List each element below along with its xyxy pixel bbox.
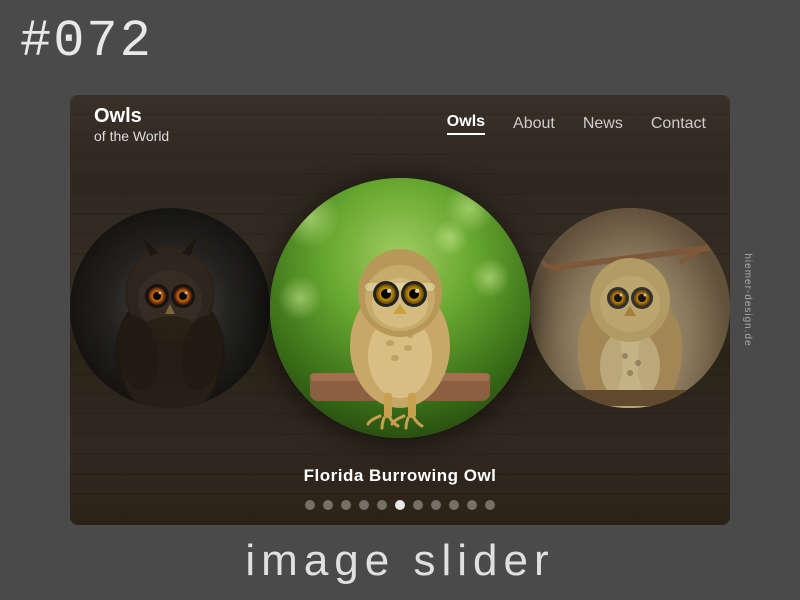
slide-right[interactable]: [530, 208, 730, 408]
left-owl-image: [70, 208, 270, 408]
nav-item-contact[interactable]: Contact: [651, 115, 706, 133]
slider-dots: [305, 500, 495, 510]
slider-dot-10[interactable]: [485, 500, 495, 510]
slider-dot-2[interactable]: [341, 500, 351, 510]
brand-subtitle: of the World: [94, 128, 447, 144]
slider-dot-3[interactable]: [359, 500, 369, 510]
slider-dot-7[interactable]: [431, 500, 441, 510]
circles-row: [70, 168, 730, 448]
watermark-text: hiemer-design.de: [742, 253, 753, 346]
slide-caption: Florida Burrowing Owl: [304, 466, 497, 486]
nav-item-about[interactable]: About: [513, 115, 555, 133]
slide-left[interactable]: [70, 208, 270, 408]
brand: Owls of the World: [94, 104, 447, 144]
center-owl-image: [270, 178, 530, 438]
navbar: Owls of the World Owls About News Contac…: [70, 95, 730, 153]
slider-dot-5[interactable]: [395, 500, 405, 510]
slide-center[interactable]: [270, 178, 530, 438]
nav-links: Owls About News Contact: [447, 113, 706, 135]
nav-item-owls[interactable]: Owls: [447, 113, 485, 135]
slider-dot-0[interactable]: [305, 500, 315, 510]
main-card: Owls of the World Owls About News Contac…: [70, 95, 730, 525]
right-owl-image: [530, 208, 730, 408]
brand-title: Owls: [94, 104, 447, 128]
slider-area: Florida Burrowing Owl: [70, 153, 730, 525]
slider-dot-4[interactable]: [377, 500, 387, 510]
slider-dot-8[interactable]: [449, 500, 459, 510]
nav-item-news[interactable]: News: [583, 115, 623, 133]
slider-dot-1[interactable]: [323, 500, 333, 510]
page-number-label: #072: [20, 12, 153, 71]
slider-dot-9[interactable]: [467, 500, 477, 510]
slider-dot-6[interactable]: [413, 500, 423, 510]
page-type-label: image slider: [0, 536, 800, 586]
